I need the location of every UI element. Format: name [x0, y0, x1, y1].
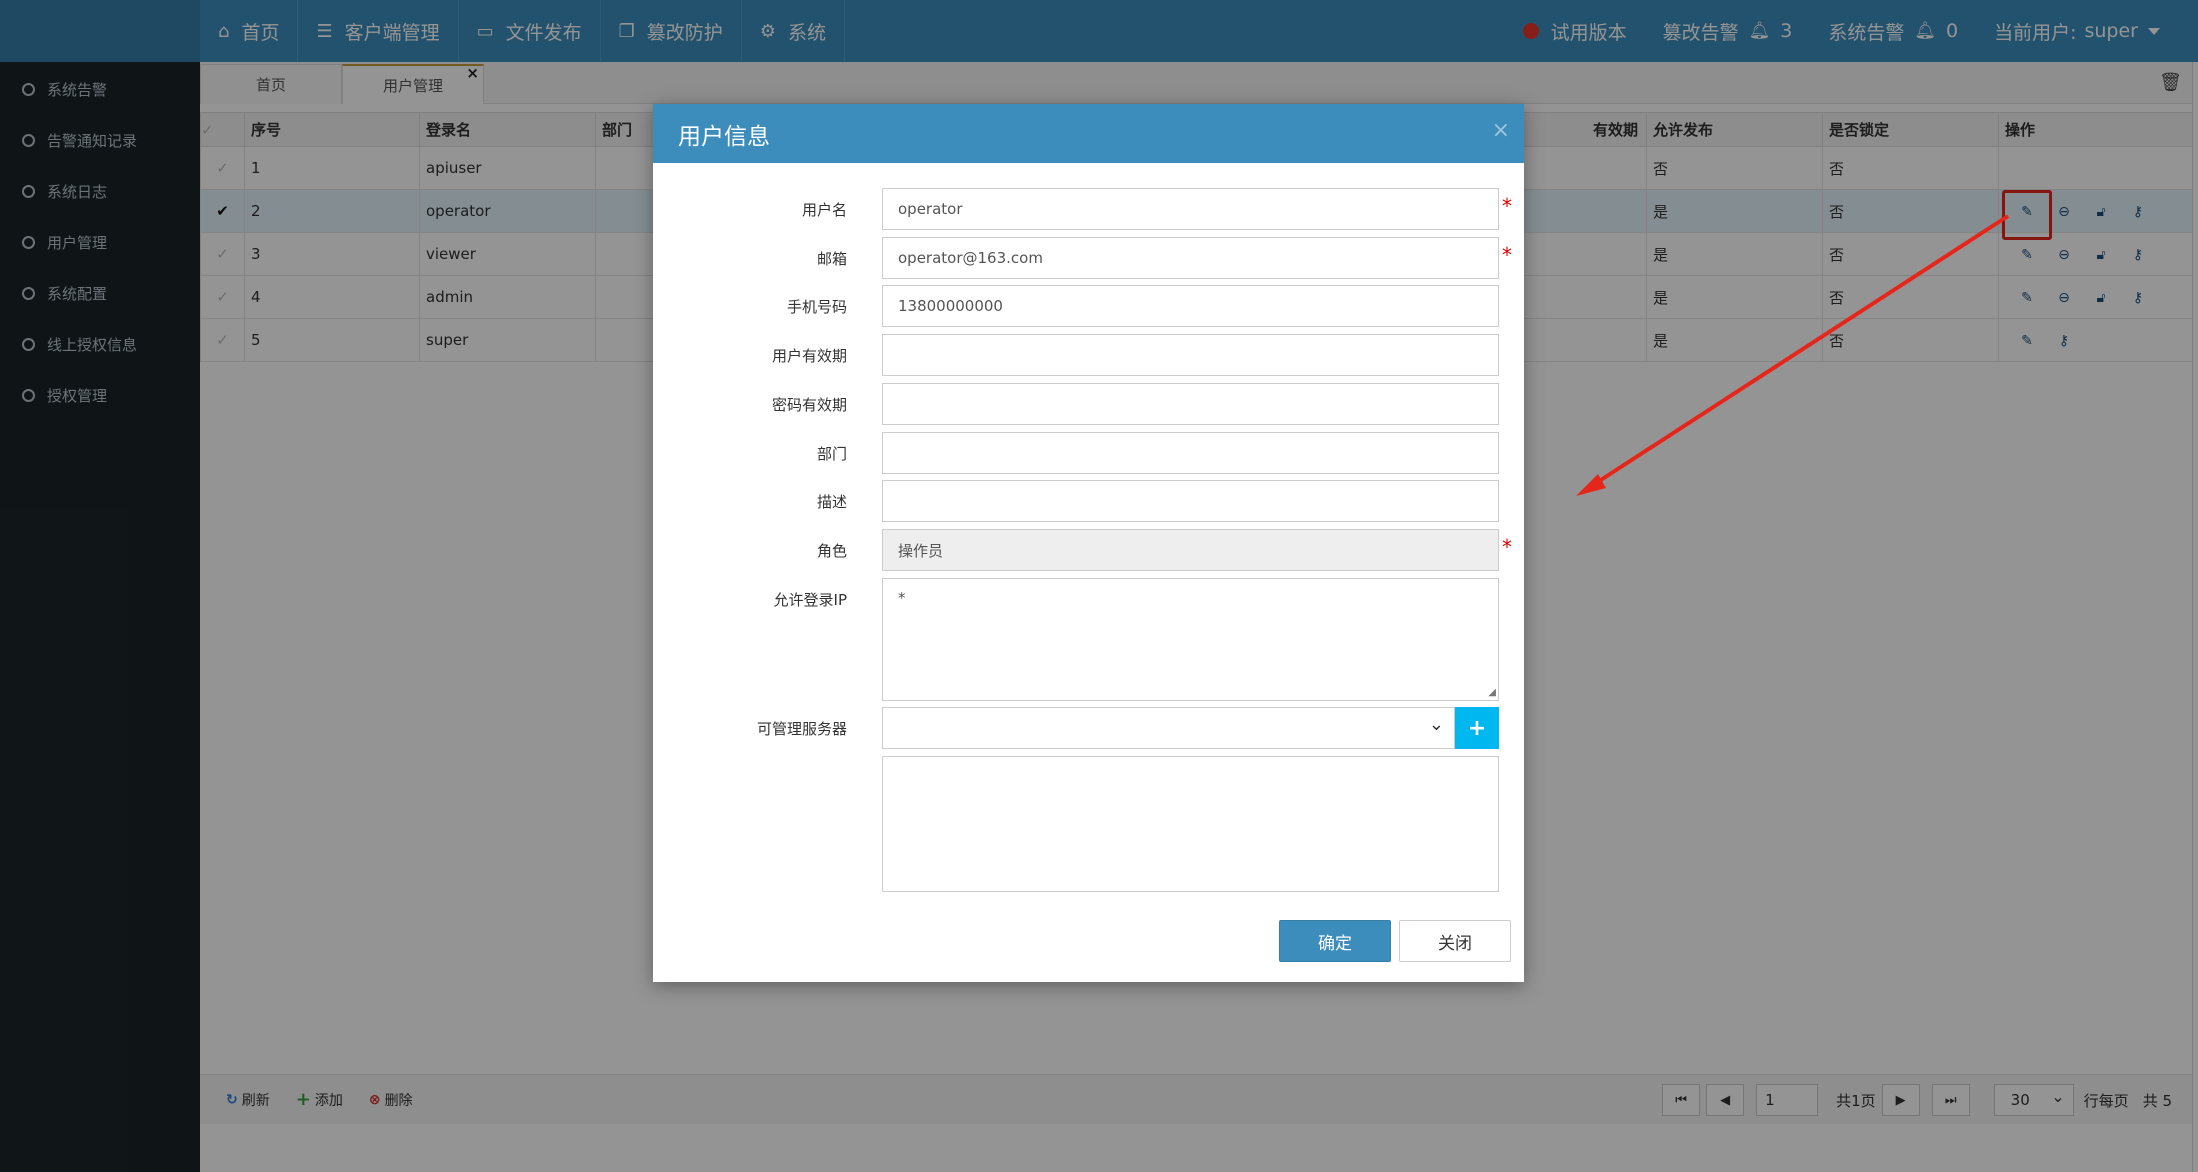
email-label: 邮箱: [816, 250, 847, 268]
username-input[interactable]: operator: [882, 188, 1499, 230]
dialog-header: 用户信息 ×: [653, 104, 1524, 163]
dept-input[interactable]: [882, 432, 1499, 474]
user-expire-label: 用户有效期: [771, 347, 847, 365]
confirm-button[interactable]: 确定: [1279, 920, 1391, 962]
phone-input[interactable]: 13800000000: [882, 285, 1499, 327]
role-label: 角色: [816, 542, 847, 560]
user-info-dialog: 用户信息 × 用户名 operator * 邮箱 operator@163.co…: [653, 104, 1524, 982]
allow-ip-textarea[interactable]: * ◢: [882, 578, 1499, 701]
add-server-button[interactable]: +: [1455, 707, 1499, 749]
password-expire-label: 密码有效期: [771, 396, 847, 414]
allow-ip-value: *: [898, 589, 906, 607]
email-input[interactable]: operator@163.com: [882, 237, 1499, 279]
description-input[interactable]: [882, 480, 1499, 522]
username-label: 用户名: [801, 201, 847, 219]
close-button[interactable]: 关闭: [1399, 920, 1511, 962]
dept-label: 部门: [816, 445, 847, 463]
close-icon[interactable]: ×: [1492, 118, 1510, 143]
password-expire-input[interactable]: [882, 383, 1499, 425]
required-mark: *: [1502, 535, 1512, 559]
phone-label: 手机号码: [786, 298, 847, 316]
role-input[interactable]: 操作员: [882, 529, 1499, 571]
servers-select[interactable]: [882, 707, 1455, 749]
required-mark: *: [1502, 194, 1512, 218]
user-expire-input[interactable]: [882, 334, 1499, 376]
resize-handle-icon[interactable]: ◢: [1488, 687, 1496, 698]
dialog-title: 用户信息: [678, 123, 770, 150]
description-label: 描述: [816, 493, 847, 511]
server-list-box[interactable]: [882, 756, 1499, 892]
required-mark: *: [1502, 243, 1512, 267]
allow-ip-label: 允许登录IP: [773, 591, 847, 609]
servers-label: 可管理服务器: [756, 720, 847, 738]
